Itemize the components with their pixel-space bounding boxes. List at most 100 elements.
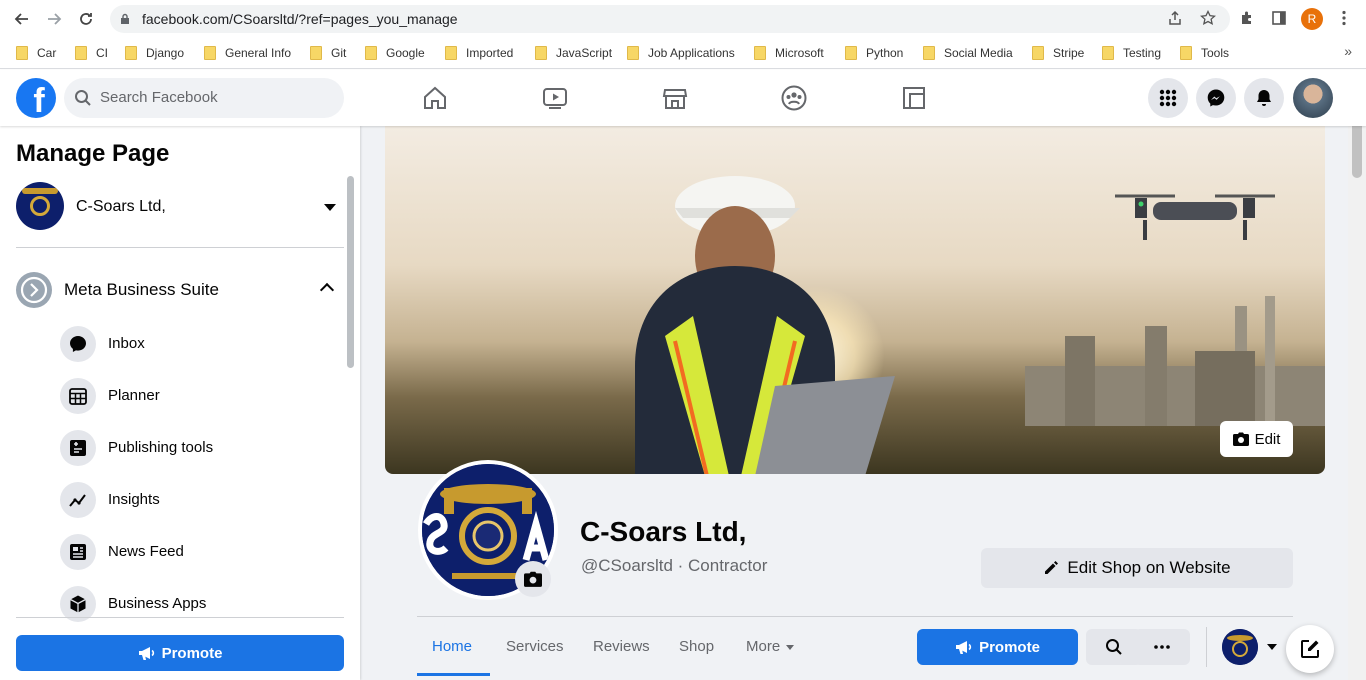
sidebar-item-insights[interactable]: Insights <box>60 482 330 518</box>
update-profile-picture-button[interactable] <box>515 561 551 597</box>
browser-toolbar: facebook.com/CSoarsltd/?ref=pages_you_ma… <box>0 0 1366 38</box>
marketplace-icon[interactable] <box>661 84 689 112</box>
bookmark-folder[interactable]: CI <box>75 44 108 62</box>
bookmark-folder[interactable]: Python <box>845 44 903 62</box>
tab-home[interactable]: Home <box>432 638 472 655</box>
bookmark-folder[interactable]: Testing <box>1102 44 1161 62</box>
sidebar-item-inbox[interactable]: Inbox <box>60 326 330 362</box>
compose-edit-icon <box>1301 640 1319 658</box>
cover-drone <box>1115 194 1275 240</box>
account-avatar[interactable] <box>1293 78 1333 118</box>
bookmark-folder[interactable]: Microsoft <box>754 44 824 62</box>
address-bar[interactable]: facebook.com/CSoarsltd/?ref=pages_you_ma… <box>110 5 1230 33</box>
pencil-icon <box>1045 561 1059 574</box>
groups-icon[interactable] <box>780 84 808 112</box>
page-info-bar: C-Soars Ltd, @CSoarsltd · Contractor Edi… <box>360 460 1348 680</box>
divider <box>16 247 344 248</box>
sidebar-scrollbar[interactable] <box>347 176 354 368</box>
insights-chart-icon <box>60 482 96 518</box>
lock-icon <box>121 13 129 24</box>
business-suite-label: Meta Business Suite <box>64 280 219 299</box>
page-logo <box>16 182 64 230</box>
active-tab-indicator <box>417 673 490 676</box>
publishing-tools-icon <box>60 430 96 466</box>
page-handle-category: @CSoarsltd · Contractor <box>581 556 768 575</box>
facebook-logo[interactable]: f <box>16 78 56 118</box>
cover-factory-silhouette <box>1025 296 1325 426</box>
folder-icon <box>75 46 87 60</box>
folder-icon <box>923 46 935 60</box>
bookmark-folder[interactable]: Stripe <box>1032 44 1084 62</box>
tab-shop[interactable]: Shop <box>679 638 714 655</box>
sidebar-item-planner[interactable]: Planner <box>60 378 330 414</box>
page-scrollbar[interactable] <box>1348 70 1366 680</box>
page-title: C-Soars Ltd, <box>580 516 747 547</box>
caret-down-icon <box>786 644 795 650</box>
sidebar-item-news-feed[interactable]: News Feed <box>60 534 330 570</box>
bookmark-folder[interactable]: Social Media <box>923 44 1013 62</box>
menu-grid-button[interactable] <box>1148 78 1188 118</box>
bookmarks-overflow-button[interactable]: » <box>1344 43 1352 59</box>
bookmark-folder[interactable]: Google <box>365 44 425 62</box>
folder-icon <box>1180 46 1192 60</box>
kebab-menu-icon[interactable] <box>1335 9 1353 27</box>
bookmark-star-icon[interactable] <box>1199 9 1217 27</box>
gaming-icon[interactable] <box>900 84 928 112</box>
divider <box>16 617 344 618</box>
bookmark-folder[interactable]: Tools <box>1180 44 1229 62</box>
search-icon <box>75 90 91 106</box>
browser-profile-avatar[interactable]: R <box>1301 8 1323 30</box>
bell-icon <box>1257 90 1271 106</box>
divider <box>1206 627 1207 667</box>
camera-icon <box>1232 432 1249 446</box>
bookmark-folder[interactable]: Git <box>310 44 346 62</box>
bookmark-folder[interactable]: Job Applications <box>627 44 735 62</box>
ellipsis-icon <box>1154 645 1170 649</box>
folder-icon <box>365 46 377 60</box>
bookmark-folder[interactable]: Imported <box>445 44 513 62</box>
business-suite-section-toggle[interactable]: Meta Business Suite <box>16 272 344 308</box>
url-text: facebook.com/CSoarsltd/?ref=pages_you_ma… <box>142 11 458 27</box>
news-feed-icon <box>60 534 96 570</box>
acting-as-page-avatar[interactable] <box>1222 629 1258 665</box>
reload-icon[interactable] <box>76 9 96 29</box>
tab-reviews[interactable]: Reviews <box>593 638 650 655</box>
cover-photo: Edit <box>385 126 1325 474</box>
tab-more[interactable]: More <box>746 638 795 655</box>
search-icon <box>1106 639 1122 655</box>
camera-icon <box>524 571 542 587</box>
folder-icon <box>204 46 216 60</box>
chevron-up-icon <box>319 282 335 298</box>
caret-down-icon[interactable] <box>1267 644 1277 650</box>
edit-shop-button[interactable]: Edit Shop on Website <box>981 548 1293 588</box>
bookmark-folder[interactable]: JavaScript <box>535 44 612 62</box>
bookmark-folder[interactable]: Car <box>16 44 56 62</box>
edit-cover-button[interactable]: Edit <box>1220 421 1293 457</box>
search-input[interactable]: Search Facebook <box>64 78 344 118</box>
back-arrow-icon[interactable] <box>12 9 32 29</box>
watch-video-icon[interactable] <box>541 84 569 112</box>
bookmark-folder[interactable]: General Info <box>204 44 291 62</box>
page-switcher[interactable]: C-Soars Ltd, <box>16 182 344 232</box>
extensions-puzzle-icon[interactable] <box>1238 9 1256 27</box>
caret-down-icon <box>324 204 336 211</box>
folder-icon <box>445 46 457 60</box>
page-switcher-name: C-Soars Ltd, <box>76 198 166 215</box>
manage-page-sidebar: Manage Page C-Soars Ltd, Meta Business S… <box>0 126 360 680</box>
sidebar-item-publishing-tools[interactable]: Publishing tools <box>60 430 330 466</box>
sidebar-title: Manage Page <box>16 140 170 167</box>
bookmark-folder[interactable]: Django <box>125 44 184 62</box>
notifications-button[interactable] <box>1244 78 1284 118</box>
tab-services[interactable]: Services <box>506 638 564 655</box>
share-icon[interactable] <box>1166 9 1184 27</box>
messenger-button[interactable] <box>1196 78 1236 118</box>
forward-arrow-icon[interactable] <box>44 9 64 29</box>
promote-button[interactable]: Promote <box>917 629 1078 665</box>
folder-icon <box>125 46 137 60</box>
folder-icon <box>535 46 547 60</box>
side-panel-icon[interactable] <box>1270 9 1288 27</box>
more-options-button[interactable] <box>1134 629 1190 665</box>
new-message-button[interactable] <box>1286 625 1334 673</box>
sidebar-promote-button[interactable]: Promote <box>16 635 344 671</box>
home-icon[interactable] <box>421 84 449 112</box>
